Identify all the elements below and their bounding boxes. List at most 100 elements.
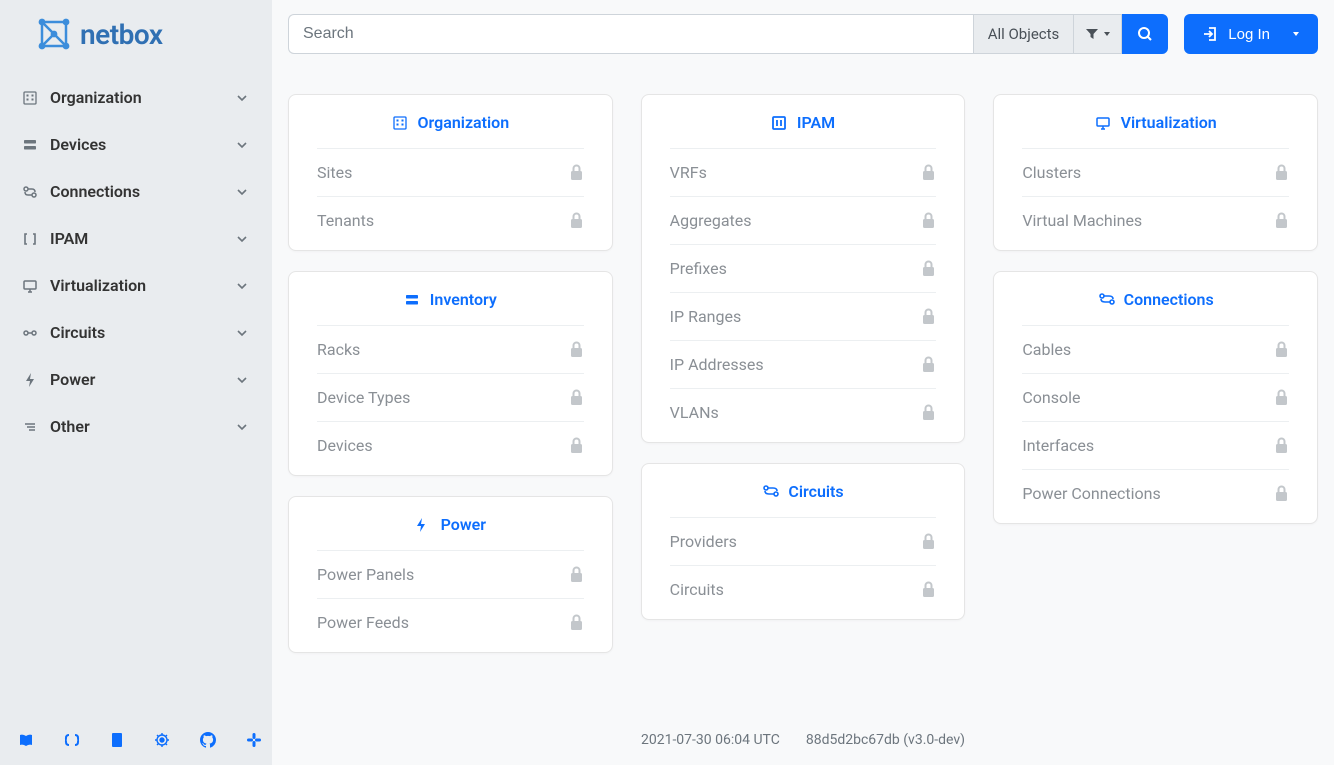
server-icon — [22, 137, 38, 153]
lock-icon — [569, 566, 584, 583]
plug-icon — [1098, 292, 1114, 308]
row-link[interactable]: IP Ranges — [670, 307, 742, 326]
lock-icon — [921, 356, 936, 373]
row-link[interactable]: Sites — [317, 163, 352, 182]
card-row: Power Panels — [317, 550, 584, 598]
login-label: Log In — [1228, 26, 1270, 43]
sidebar-item-connections[interactable]: Connections — [16, 168, 256, 215]
card-row: Clusters — [1022, 148, 1289, 196]
row-link[interactable]: Interfaces — [1022, 436, 1094, 455]
lock-icon — [921, 212, 936, 229]
card-title[interactable]: Circuits — [788, 482, 843, 501]
row-link[interactable]: VLANs — [670, 403, 719, 422]
caret-down-icon — [1292, 30, 1300, 38]
sidebar-item-label: Power — [50, 370, 95, 389]
row-link[interactable]: Power Feeds — [317, 613, 409, 632]
netbox-logo-icon — [34, 14, 74, 54]
sidebar-item-organization[interactable]: Organization — [16, 74, 256, 121]
building-icon — [392, 115, 408, 131]
dashboard: Organization Sites Tenants Inventory Rac… — [272, 68, 1334, 715]
chevron-down-icon — [234, 419, 250, 435]
menu-icon — [22, 419, 38, 435]
sidebar-item-other[interactable]: Other — [16, 403, 256, 450]
github-icon[interactable] — [200, 732, 216, 748]
card-row: Circuits — [670, 565, 937, 613]
status-timestamp: 2021-07-30 06:04 UTC — [641, 732, 780, 748]
card-row: Power Connections — [1022, 469, 1289, 517]
card-title[interactable]: Power — [441, 515, 486, 534]
card-virtualization: Virtualization Clusters Virtual Machines — [993, 94, 1318, 251]
row-link[interactable]: Clusters — [1022, 163, 1081, 182]
lock-icon — [569, 164, 584, 181]
sidebar-item-devices[interactable]: Devices — [16, 121, 256, 168]
row-link[interactable]: Power Connections — [1022, 484, 1160, 503]
row-link[interactable]: Prefixes — [670, 259, 727, 278]
chevron-down-icon — [234, 231, 250, 247]
row-link[interactable]: Device Types — [317, 388, 410, 407]
sidebar-item-label: Circuits — [50, 323, 105, 342]
card-row: Prefixes — [670, 244, 937, 292]
card-title[interactable]: Inventory — [430, 290, 497, 309]
sidebar-item-power[interactable]: Power — [16, 356, 256, 403]
card-row: Interfaces — [1022, 421, 1289, 469]
row-link[interactable]: Power Panels — [317, 565, 414, 584]
plug-icon — [22, 184, 38, 200]
bug-icon[interactable] — [154, 732, 170, 748]
chevron-down-icon — [234, 278, 250, 294]
lock-icon — [921, 533, 936, 550]
chevron-down-icon — [234, 372, 250, 388]
sidebar-item-circuits[interactable]: Circuits — [16, 309, 256, 356]
search-button[interactable] — [1122, 14, 1168, 54]
lock-icon — [921, 308, 936, 325]
row-link[interactable]: IP Addresses — [670, 355, 764, 374]
row-link[interactable]: Providers — [670, 532, 737, 551]
changelog-icon[interactable] — [110, 732, 124, 748]
brackets-icon — [22, 231, 38, 247]
dashboard-column: IPAM VRFs Aggregates Prefixes IP Ranges … — [641, 94, 966, 620]
api-icon[interactable] — [64, 732, 80, 748]
sidebar-item-ipam[interactable]: IPAM — [16, 215, 256, 262]
card-row: Racks — [317, 325, 584, 373]
row-link[interactable]: VRFs — [670, 163, 707, 182]
card-title[interactable]: Organization — [418, 113, 510, 132]
row-link[interactable]: Cables — [1022, 340, 1071, 359]
docs-icon[interactable] — [18, 732, 34, 748]
dashboard-column: Virtualization Clusters Virtual Machines… — [993, 94, 1318, 524]
row-link[interactable]: Aggregates — [670, 211, 752, 230]
card-inventory: Inventory Racks Device Types Devices — [288, 271, 613, 476]
object-selector-label: All Objects — [988, 25, 1060, 43]
card-title[interactable]: Virtualization — [1121, 113, 1217, 132]
chevron-down-icon — [234, 184, 250, 200]
login-button[interactable]: Log In — [1184, 14, 1318, 54]
card-row: IP Addresses — [670, 340, 937, 388]
brackets-icon — [771, 115, 787, 131]
server-icon — [404, 292, 420, 308]
search-input[interactable] — [288, 14, 973, 54]
row-link[interactable]: Circuits — [670, 580, 724, 599]
logo[interactable]: netbox — [0, 0, 272, 66]
topbar: All Objects Log In — [272, 0, 1334, 68]
object-selector[interactable]: All Objects — [973, 14, 1075, 54]
card-row: Virtual Machines — [1022, 196, 1289, 244]
row-link[interactable]: Racks — [317, 340, 360, 359]
sidebar-item-virtualization[interactable]: Virtualization — [16, 262, 256, 309]
sidebar-nav: Organization Devices C — [0, 66, 272, 715]
row-link[interactable]: Virtual Machines — [1022, 211, 1142, 230]
chevron-down-icon — [234, 137, 250, 153]
slack-icon[interactable] — [246, 732, 262, 748]
card-circuits: Circuits Providers Circuits — [641, 463, 966, 620]
filter-button[interactable] — [1074, 14, 1122, 54]
row-link[interactable]: Console — [1022, 388, 1080, 407]
card-row: VLANs — [670, 388, 937, 436]
row-link[interactable]: Devices — [317, 436, 373, 455]
caret-down-icon — [1103, 30, 1111, 38]
lock-icon — [569, 341, 584, 358]
card-row: Console — [1022, 373, 1289, 421]
card-title[interactable]: Connections — [1124, 290, 1214, 309]
sidebar-item-label: Other — [50, 417, 90, 436]
card-title[interactable]: IPAM — [797, 113, 835, 132]
lock-icon — [1274, 437, 1289, 454]
row-link[interactable]: Tenants — [317, 211, 374, 230]
main: All Objects Log In Organization — [272, 0, 1334, 765]
sidebar-item-label: Devices — [50, 135, 106, 154]
